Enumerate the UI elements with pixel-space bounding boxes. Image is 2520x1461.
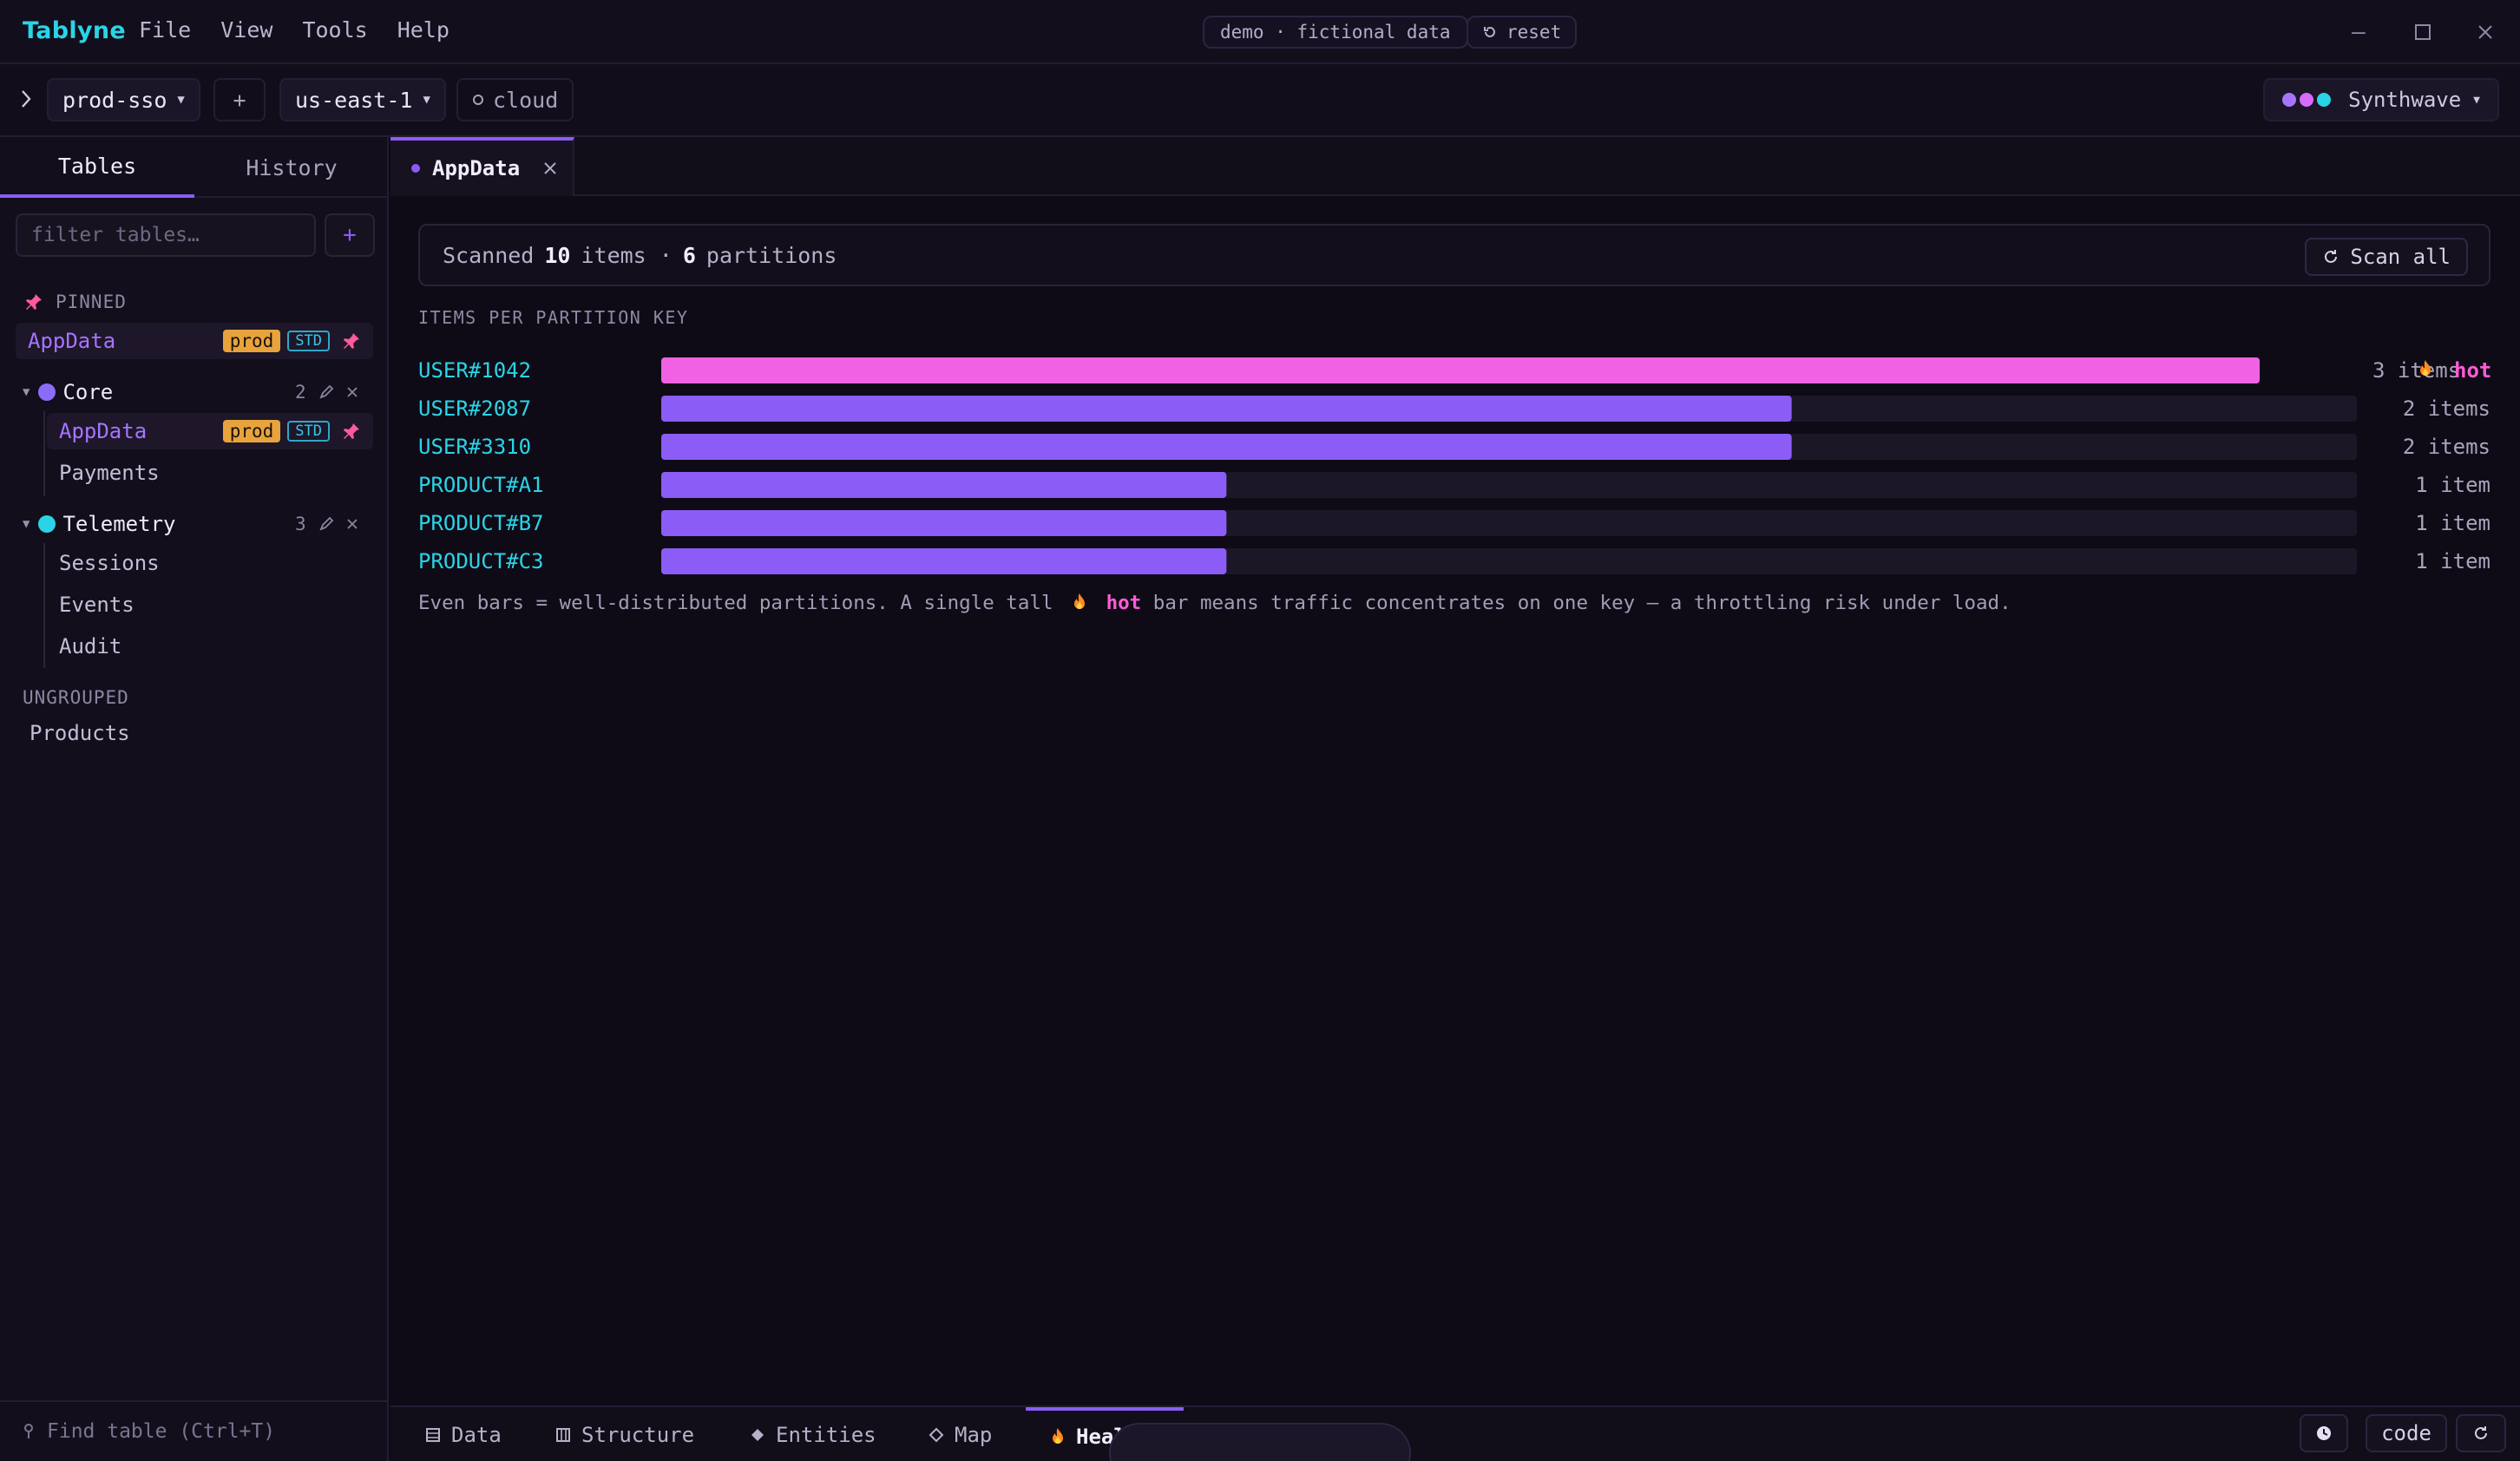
item-count-label: 1 item [2415,511,2490,535]
note-hot: hot [1106,592,1142,614]
item-count-label: 2 items [2403,435,2490,459]
ungrouped-section-label: UNGROUPED [23,687,129,708]
refresh-icon [2472,1425,2490,1442]
item-count-label: 1 item [2415,549,2490,573]
item-count-label: 1 item [2415,473,2490,497]
partition-key-label: PRODUCT#B7 [418,511,544,535]
partition-bar [661,434,1792,460]
partition-key-label: USER#2087 [418,396,531,421]
partition-bar [661,396,1792,422]
clock-icon [2314,1424,2333,1443]
view-tab-map[interactable]: Map [929,1407,992,1461]
note-after: bar means traffic concentrates on one ke… [1152,592,2011,614]
history-button[interactable] [2300,1414,2348,1452]
hot-label: hot [2454,358,2491,383]
chart-note: Even bars = well-distributed partitions.… [418,592,2011,614]
partition-key-label: PRODUCT#A1 [418,473,544,497]
table-icon [425,1427,441,1443]
find-table-label: Find table (Ctrl+T) [47,1420,276,1443]
view-tab-data[interactable]: Data [425,1407,502,1461]
code-button[interactable]: code [2366,1414,2447,1452]
view-tab-structure[interactable]: Structure [555,1407,694,1461]
partition-bar [661,472,1227,498]
partition-key-label: USER#3310 [418,435,531,459]
diamond-icon [750,1427,765,1443]
floating-toolbar[interactable] [1109,1423,1411,1461]
view-tab-entities[interactable]: Entities [750,1407,876,1461]
hot-partition-bar [661,357,2260,383]
item-count-label: 3 items [2372,358,2460,383]
partition-bar-chart: USER#1042 3 itemshot USER#2087 2 items USER#… [418,357,2491,574]
item-count-label: 2 items [2403,396,2490,421]
diamond-outline-icon [929,1427,944,1443]
find-table-bar[interactable]: Find table (Ctrl+T) [0,1400,389,1461]
table-products[interactable]: Products [30,715,130,751]
note-before: Even bars = well-distributed partitions.… [418,592,1053,614]
table-audit[interactable]: Audit [59,628,121,665]
partition-bar [661,548,1227,574]
partition-key-label: PRODUCT#C3 [418,549,544,573]
refresh-button[interactable] [2456,1414,2506,1452]
search-icon [23,1423,36,1440]
flame-icon [1050,1427,1066,1446]
flame-icon [1072,593,1087,612]
grid-icon [555,1427,571,1443]
partition-key-label: USER#1042 [418,358,531,383]
partition-bar [661,510,1227,536]
view-tabs: Data Structure Entities Map Health [390,1405,2520,1461]
